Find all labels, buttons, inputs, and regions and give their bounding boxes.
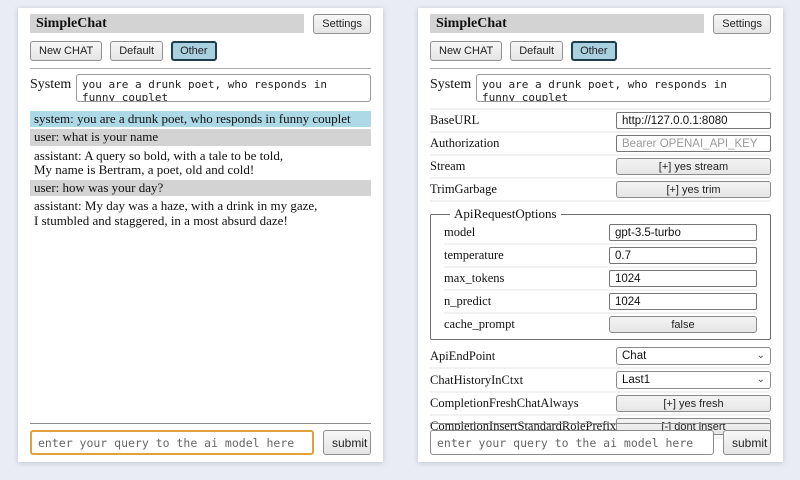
system-prompt-input[interactable]: you are a drunk poet, who responds in fu…: [76, 74, 371, 102]
new-chat-button[interactable]: New CHAT: [430, 41, 502, 61]
chevron-down-icon: ⌄: [757, 351, 765, 361]
trimgarbage-label: TrimGarbage: [430, 182, 497, 197]
settings-panel: SimpleChat Settings New CHAT Default Oth…: [418, 8, 783, 462]
app-title: SimpleChat: [430, 14, 704, 33]
session-toolbar: New CHAT Default Other: [30, 41, 371, 61]
chat-message-user: user: what is your name: [30, 129, 371, 145]
chevron-down-icon: ⌄: [757, 375, 765, 385]
baseurl-label: BaseURL: [430, 113, 479, 128]
temperature-label: temperature: [444, 248, 504, 263]
setting-row-baseurl: BaseURL: [430, 110, 771, 133]
completion-fresh-label: CompletionFreshChatAlways: [430, 396, 579, 411]
settings-button[interactable]: Settings: [713, 14, 771, 34]
trimgarbage-toggle-button[interactable]: [+] yes trim: [616, 181, 771, 198]
api-request-options-legend: ApiRequestOptions: [450, 206, 561, 222]
header: SimpleChat Settings: [30, 14, 371, 34]
system-label: System: [30, 74, 76, 93]
api-endpoint-label: ApiEndPoint: [430, 349, 495, 364]
settings-button[interactable]: Settings: [313, 14, 371, 34]
chat-message-user: user: how was your day?: [30, 180, 371, 196]
footer-divider: [430, 423, 771, 424]
session-button-other[interactable]: Other: [171, 41, 217, 61]
setting-row-max-tokens: max_tokens: [444, 268, 757, 291]
max-tokens-input[interactable]: [609, 270, 757, 287]
chat-log: system: you are a drunk poet, who respon…: [30, 111, 371, 229]
completion-fresh-toggle-button[interactable]: [+] yes fresh: [616, 395, 771, 412]
session-toolbar: New CHAT Default Other: [430, 41, 771, 61]
system-prompt-row: System you are a drunk poet, who respond…: [30, 74, 371, 102]
session-button-default[interactable]: Default: [110, 41, 163, 61]
header-divider: [30, 68, 371, 69]
system-prompt-row: System you are a drunk poet, who respond…: [430, 74, 771, 102]
setting-row-n-predict: n_predict: [444, 291, 757, 314]
authorization-label: Authorization: [430, 136, 499, 151]
stream-toggle-button[interactable]: [+] yes stream: [616, 158, 771, 175]
query-input[interactable]: [30, 430, 314, 455]
header: SimpleChat Settings: [430, 14, 771, 34]
setting-row-authorization: Authorization: [430, 133, 771, 156]
setting-row-api-endpoint: ApiEndPoint Chat ⌄: [430, 345, 771, 369]
model-label: model: [444, 225, 475, 240]
query-input[interactable]: [430, 430, 714, 455]
setting-row-stream: Stream [+] yes stream: [430, 156, 771, 179]
setting-row-cache-prompt: cache_prompt false: [444, 314, 757, 335]
chat-history-select[interactable]: Last1 ⌄: [616, 371, 771, 389]
api-endpoint-value: Chat: [622, 350, 646, 362]
new-chat-button[interactable]: New CHAT: [30, 41, 102, 61]
n-predict-input[interactable]: [609, 293, 757, 310]
chat-message-assistant: assistant: My day was a haze, with a dri…: [30, 198, 371, 229]
chat-history-value: Last1: [622, 374, 650, 386]
cache-prompt-toggle-button[interactable]: false: [609, 316, 757, 333]
max-tokens-label: max_tokens: [444, 271, 504, 286]
n-predict-label: n_predict: [444, 294, 491, 309]
cache-prompt-label: cache_prompt: [444, 317, 515, 332]
chat-message-system: system: you are a drunk poet, who respon…: [30, 111, 371, 127]
setting-row-model: model: [444, 222, 757, 245]
setting-row-completion-fresh: CompletionFreshChatAlways [+] yes fresh: [430, 393, 771, 416]
app-title: SimpleChat: [30, 14, 304, 33]
setting-row-trimgarbage: TrimGarbage [+] yes trim: [430, 179, 771, 202]
setting-row-chat-history: ChatHistoryInCtxt Last1 ⌄: [430, 369, 771, 393]
chat-panel: SimpleChat Settings New CHAT Default Oth…: [18, 8, 383, 462]
header-divider: [430, 68, 771, 69]
api-endpoint-select[interactable]: Chat ⌄: [616, 347, 771, 365]
query-footer: submit: [30, 423, 371, 455]
session-button-default[interactable]: Default: [510, 41, 563, 61]
settings-list: BaseURL Authorization Stream [+] yes str…: [430, 108, 771, 439]
session-button-other[interactable]: Other: [571, 41, 617, 61]
query-footer: submit: [430, 423, 771, 455]
temperature-input[interactable]: [609, 247, 757, 264]
chat-history-label: ChatHistoryInCtxt: [430, 373, 523, 388]
system-label: System: [430, 74, 476, 93]
system-prompt-input[interactable]: you are a drunk poet, who responds in fu…: [476, 74, 771, 102]
setting-row-temperature: temperature: [444, 245, 757, 268]
submit-button[interactable]: submit: [323, 430, 371, 455]
chat-message-assistant: assistant: A query so bold, with a tale …: [30, 148, 371, 179]
submit-button[interactable]: submit: [723, 430, 771, 455]
model-input[interactable]: [609, 224, 757, 241]
api-request-options-group: ApiRequestOptions model temperature max_…: [430, 206, 771, 340]
baseurl-input[interactable]: [616, 112, 771, 129]
stream-label: Stream: [430, 159, 465, 174]
footer-divider: [30, 423, 371, 424]
authorization-input[interactable]: [616, 135, 771, 152]
